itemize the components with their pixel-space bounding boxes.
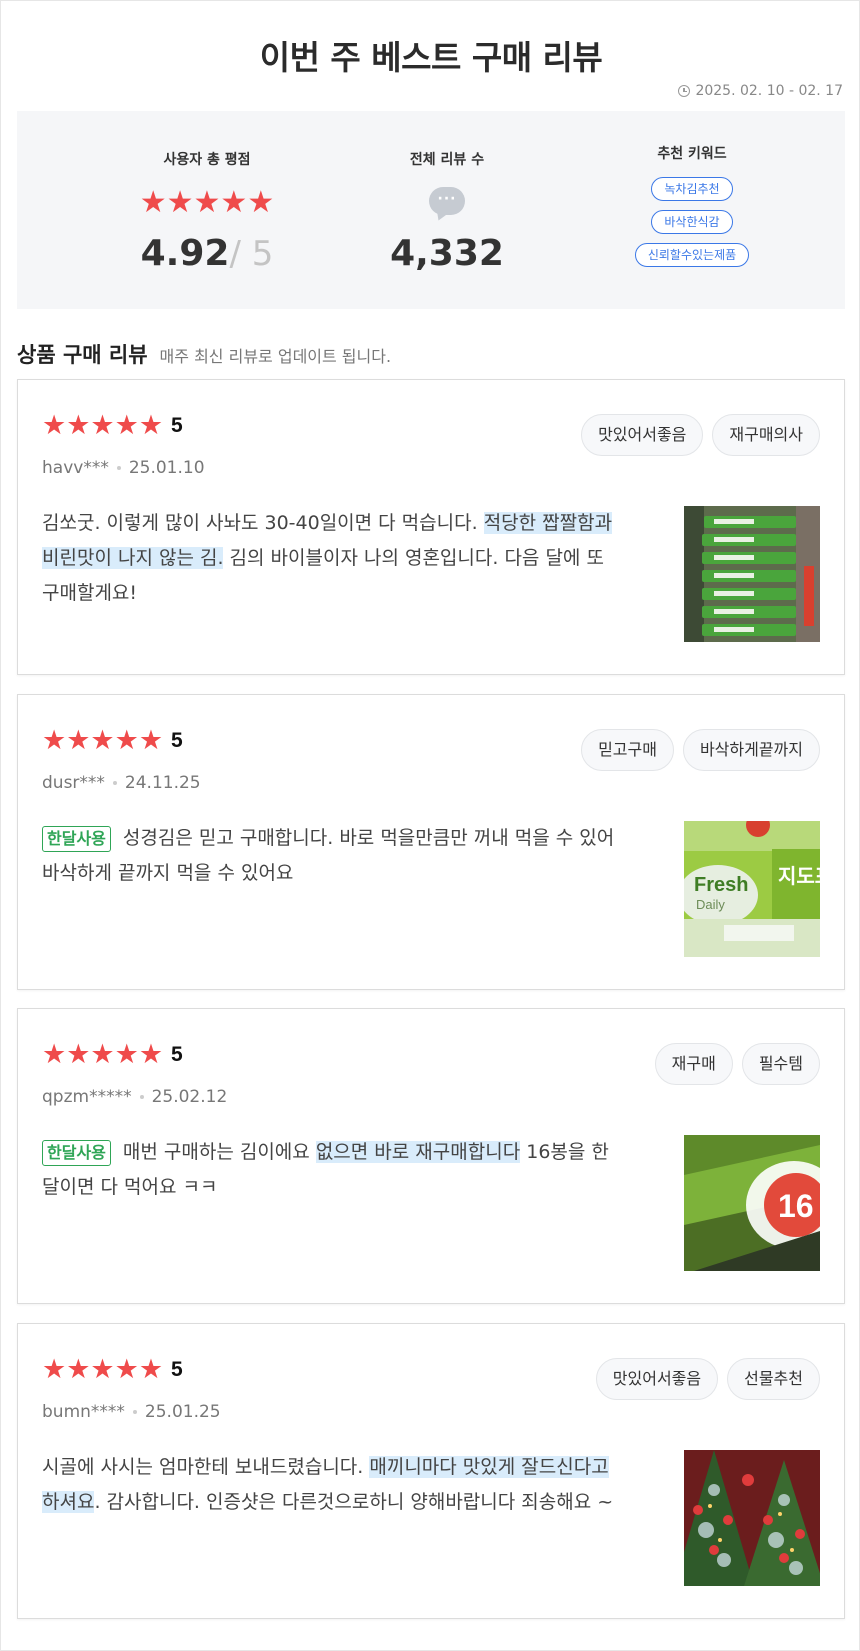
review-text-part: 성경김은 믿고 구매합니다. 바로 먹을만큼만 꺼내 먹을 수 있어 바삭하게 … xyxy=(42,827,615,884)
reviewer-name: havv*** xyxy=(42,458,109,478)
keyword-chip[interactable]: 녹차김추천 xyxy=(651,177,733,201)
review-tags: 믿고구매 바삭하게끝까지 xyxy=(581,729,820,771)
review-card[interactable]: ★★★★★ 5 qpzm***** 25.02.12 재구매 필수템 한달사용 매… xyxy=(17,1008,845,1304)
separator-dot xyxy=(112,781,117,785)
separator-dot xyxy=(132,1410,137,1414)
christmas-tree-photo xyxy=(684,1450,820,1586)
date-range: 2025. 02. 10 - 02. 17 xyxy=(678,83,843,99)
summary-rating: 사용자 총 평점 ★★★★★ 4.92/ 5 xyxy=(77,111,337,309)
review-tag[interactable]: 바삭하게끝까지 xyxy=(682,729,820,771)
review-text: 김쏘굿. 이렇게 많이 사놔도 30-40일이면 다 먹습니다. 적당한 짭짤함… xyxy=(42,506,618,611)
pack-count-text: 16 xyxy=(778,1188,814,1224)
review-text-part: 김쏘굿. 이렇게 많이 사놔도 30-40일이면 다 먹습니다. xyxy=(42,512,484,534)
reviewer-name: dusr*** xyxy=(42,773,105,793)
keyword-chip[interactable]: 신뢰할수있는제품 xyxy=(634,243,750,267)
clock-icon xyxy=(678,85,691,97)
separator-dot xyxy=(116,466,121,470)
review-stars: ★★★★★ 5 xyxy=(42,1039,183,1070)
review-date: 24.11.25 xyxy=(124,773,201,793)
date-range-text: 2025. 02. 10 - 02. 17 xyxy=(695,83,843,99)
star-icons: ★★★★★ xyxy=(42,1039,164,1070)
fresh-text: Fresh xyxy=(694,874,748,896)
review-score: 5 xyxy=(171,1357,183,1381)
review-highlight: 없으면 바로 재구매합니다 xyxy=(315,1141,521,1163)
rating-value: 4.92 xyxy=(140,233,230,274)
star-icons: ★★★★★ xyxy=(42,1354,164,1385)
star-rating-icons: ★★★★★ xyxy=(139,185,275,220)
page-frame: 이번 주 베스트 구매 리뷰 2025. 02. 10 - 02. 17 사용자… xyxy=(0,0,860,1651)
star-icons: ★★★★★ xyxy=(42,725,164,756)
review-text-part: . 감사합니다. 인증샷은 다른것으로하니 양해바랍니다 죄송해요 ~ xyxy=(94,1491,614,1513)
review-tags: 맛있어서좋음 선물추천 xyxy=(595,1358,820,1400)
review-text: 시골에 사시는 엄마한테 보내드렸습니다. 매끼니마다 맛있게 잘드신다고 하셔… xyxy=(42,1450,618,1520)
review-text-part: 매번 구매하는 김이에요 xyxy=(122,1141,316,1163)
review-card[interactable]: ★★★★★ 5 havv*** 25.01.10 맛있어서좋음 재구매의사 김쏘… xyxy=(17,379,845,675)
review-date: 25.01.25 xyxy=(144,1402,221,1422)
summary-review-count: 전체 리뷰 수 ··· 4,332 xyxy=(317,111,577,309)
review-card[interactable]: ★★★★★ 5 bumn**** 25.01.25 맛있어서좋음 선물추천 시골… xyxy=(17,1323,845,1619)
review-meta: dusr*** 24.11.25 xyxy=(42,773,201,793)
review-tag[interactable]: 재구매 xyxy=(654,1043,733,1085)
keyword-list: 녹차김추천 바삭한식감 신뢰할수있는제품 xyxy=(562,177,822,267)
review-text: 한달사용 매번 구매하는 김이에요 없으면 바로 재구매합니다 16봉을 한 달이… xyxy=(42,1135,618,1205)
review-card[interactable]: ★★★★★ 5 dusr*** 24.11.25 믿고구매 바삭하게끝까지 한달… xyxy=(17,694,845,990)
average-rating: 4.92/ 5 xyxy=(77,233,337,274)
reviews-label: 전체 리뷰 수 xyxy=(409,152,485,168)
review-tag[interactable]: 믿고구매 xyxy=(581,729,674,771)
review-meta: qpzm***** 25.02.12 xyxy=(42,1087,227,1107)
rating-summary: 사용자 총 평점 ★★★★★ 4.92/ 5 전체 리뷰 수 ··· 4,332… xyxy=(17,111,845,309)
green-seaweed-packs-photo xyxy=(684,506,820,642)
review-stars: ★★★★★ 5 xyxy=(42,725,183,756)
review-date: 25.01.10 xyxy=(128,458,205,478)
usage-badge: 한달사용 xyxy=(42,1140,111,1166)
review-tag[interactable]: 필수템 xyxy=(741,1043,820,1085)
review-stars: ★★★★★ 5 xyxy=(42,410,183,441)
16-pack-label-photo: 16 xyxy=(684,1135,820,1271)
summary-keywords: 추천 키워드 녹차김추천 바삭한식감 신뢰할수있는제품 xyxy=(562,111,822,309)
chat-bubble-icon: ··· xyxy=(429,187,465,215)
daily-text: Daily xyxy=(696,897,725,912)
rating-label: 사용자 총 평점 xyxy=(163,152,251,168)
rating-max: / 5 xyxy=(229,234,274,274)
keywords-label: 추천 키워드 xyxy=(657,146,727,162)
review-text-part: 시골에 사시는 엄마한테 보내드렸습니다. xyxy=(42,1456,370,1478)
review-tag[interactable]: 맛있어서좋음 xyxy=(595,1358,719,1400)
brand-text: 지도표 xyxy=(778,864,820,888)
usage-badge: 한달사용 xyxy=(42,826,111,852)
fresh-daily-package-photo: Fresh Daily 지도표 xyxy=(684,821,820,957)
reviewer-name: bumn**** xyxy=(42,1402,125,1422)
reviewer-name: qpzm***** xyxy=(42,1087,132,1107)
review-section-header: 상품 구매 리뷰 매주 최신 리뷰로 업데이트 됩니다. xyxy=(17,339,391,369)
keyword-chip[interactable]: 바삭한식감 xyxy=(651,210,733,234)
review-count: 4,332 xyxy=(390,233,504,274)
review-score: 5 xyxy=(171,728,183,752)
section-title: 상품 구매 리뷰 xyxy=(17,343,148,367)
review-tag[interactable]: 맛있어서좋음 xyxy=(581,414,704,456)
section-subtitle: 매주 최신 리뷰로 업데이트 됩니다. xyxy=(159,347,392,366)
review-score: 5 xyxy=(171,1042,183,1066)
review-meta: bumn**** 25.01.25 xyxy=(42,1402,221,1422)
star-icons: ★★★★★ xyxy=(42,410,164,441)
review-text: 한달사용 성경김은 믿고 구매합니다. 바로 먹을만큼만 꺼내 먹을 수 있어 바… xyxy=(42,821,618,891)
review-tags: 맛있어서좋음 재구매의사 xyxy=(581,414,820,456)
review-stars: ★★★★★ 5 xyxy=(42,1354,183,1385)
page-title: 이번 주 베스트 구매 리뷰 xyxy=(259,38,603,77)
review-tag[interactable]: 재구매의사 xyxy=(712,414,820,456)
review-photo[interactable] xyxy=(684,1450,820,1586)
review-photo[interactable]: 16 xyxy=(684,1135,820,1271)
review-tags: 재구매 필수템 xyxy=(654,1043,820,1085)
review-score: 5 xyxy=(171,413,183,437)
review-photo[interactable]: Fresh Daily 지도표 xyxy=(684,821,820,957)
review-date: 25.02.12 xyxy=(151,1087,228,1107)
separator-dot xyxy=(139,1095,144,1099)
review-tag[interactable]: 선물추천 xyxy=(727,1358,820,1400)
review-photo[interactable] xyxy=(684,506,820,642)
review-meta: havv*** 25.01.10 xyxy=(42,458,205,478)
